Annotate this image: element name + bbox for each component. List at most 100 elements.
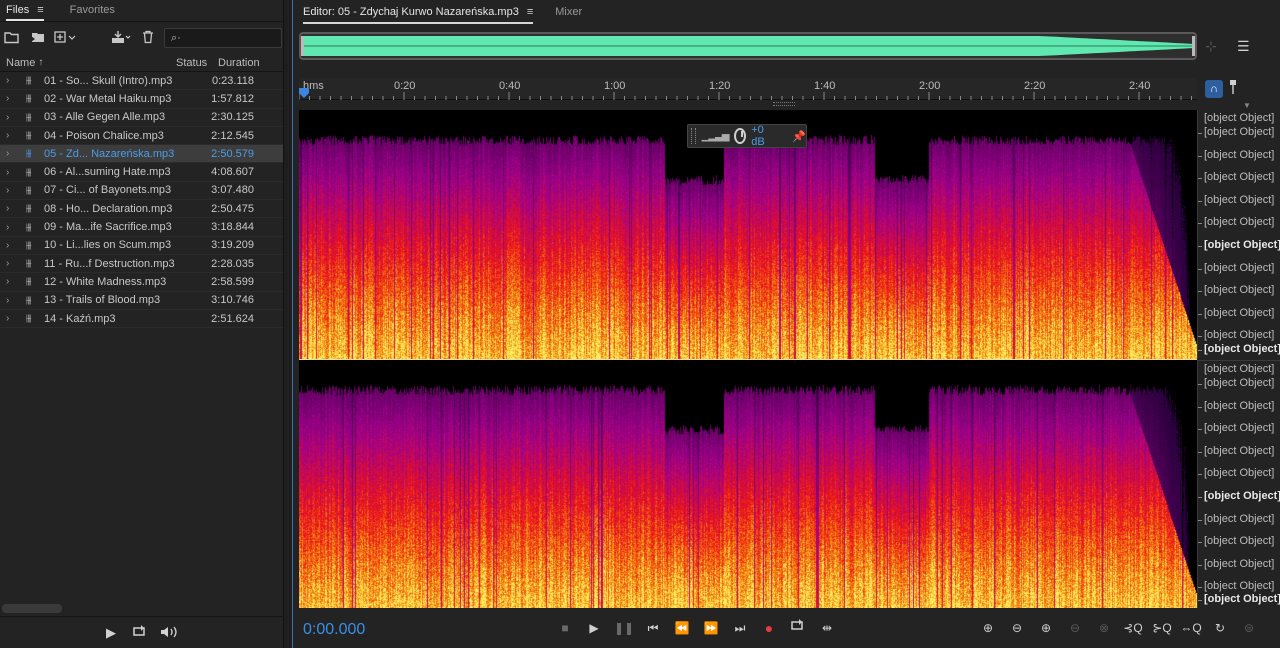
waveform-overview[interactable] [299, 32, 1197, 60]
play-preview-icon[interactable]: ▶ [106, 625, 116, 641]
trash-icon[interactable] [140, 30, 156, 46]
tab-editor[interactable]: Editor: 05 - Zdychaj Kurwo Nazareńska.mp… [303, 0, 534, 24]
loop-playback-button[interactable] [788, 619, 808, 637]
overview-menu-icon[interactable]: ☰ [1237, 38, 1250, 55]
files-footer: ▶ [0, 616, 284, 648]
column-header-status[interactable]: Status [176, 57, 218, 69]
audio-file-icon: ⫲⫲ [26, 75, 31, 87]
loop-preview-icon[interactable] [132, 625, 148, 642]
volume-knob[interactable] [734, 128, 747, 144]
move-to-next-button[interactable]: ⏭ [730, 619, 750, 637]
expand-arrow-icon[interactable]: › [0, 75, 26, 86]
zoom-in-point-button[interactable]: ⊰Q [1122, 619, 1144, 637]
expand-arrow-icon[interactable]: › [0, 313, 26, 324]
search-box[interactable]: ⌕· [164, 28, 282, 48]
pin-icon[interactable]: 📌 [792, 130, 806, 143]
frequency-label: [object Object] [1204, 580, 1275, 593]
file-row[interactable]: › ⫲⫲ 12 - White Madness.mp3 2:58.599 [0, 273, 283, 292]
zoom-navigator-icon[interactable]: ⊹ [1205, 38, 1217, 55]
editor-hamburger-menu-icon[interactable]: ≡ [527, 6, 533, 18]
files-panel: Files ≡ Favorites ⌕· Name ↑ Status Durat… [0, 0, 284, 648]
file-row[interactable]: › ⫲⫲ 08 - Ho... Declaration.mp3 2:50.475 [0, 200, 283, 219]
fast-forward-button[interactable]: ⏩ [701, 619, 721, 637]
expand-arrow-icon[interactable]: › [0, 203, 26, 214]
time-ruler[interactable]: hms 0:20 0:40 1:00 1:20 1:40 2:00 2:20 2:40 [299, 78, 1197, 100]
column-header-name[interactable]: Name ↑ [0, 57, 176, 69]
play-button[interactable]: ▶ [584, 619, 604, 637]
panel-resize-handle[interactable] [773, 102, 795, 106]
zoom-selection-button[interactable]: ⇔Q [1180, 619, 1202, 637]
file-row[interactable]: › ⫲⫲ 03 - Alle Gegen Alle.mp3 2:30.125 [0, 109, 283, 127]
insert-into-multitrack-icon[interactable] [110, 30, 132, 46]
expand-arrow-icon[interactable]: › [0, 258, 26, 269]
expand-arrow-icon[interactable]: › [0, 130, 26, 141]
expand-arrow-icon[interactable]: › [0, 240, 26, 251]
files-horizontal-scrollbar[interactable] [2, 604, 62, 613]
frequency-label: [object Object] [1204, 363, 1275, 375]
expand-arrow-icon[interactable]: › [0, 148, 26, 159]
amplitude-hud[interactable]: ▁▂▃▅ +0 dB 📌 [687, 124, 807, 148]
frequency-tick [1198, 429, 1202, 431]
tab-mixer[interactable]: Mixer [555, 0, 582, 24]
file-name: 07 - Ci... of Bayonets.mp3 [44, 184, 172, 197]
hamburger-menu-icon[interactable]: ≡ [37, 4, 43, 16]
hud-grip-handle[interactable] [691, 128, 696, 144]
ruler-time-label: 1:00 [604, 80, 626, 92]
expand-arrow-icon[interactable]: › [0, 167, 26, 178]
file-row[interactable]: › ⫲⫲ 14 - Kaźń.mp3 2:51.624 [0, 310, 283, 329]
display-options-chevron-icon[interactable]: ▼ [1243, 101, 1251, 110]
file-row[interactable]: › ⫲⫲ 09 - Ma...ife Sacrifice.mp3 3:18.844 [0, 218, 283, 237]
file-row[interactable]: › ⫲⫲ 13 - Trails of Blood.mp3 3:10.746 [0, 292, 283, 310]
file-row[interactable]: › ⫲⫲ 07 - Ci... of Bayonets.mp3 3:07.480 [0, 182, 283, 201]
new-file-icon[interactable] [54, 30, 76, 46]
tab-favorites[interactable]: Favorites [70, 0, 115, 21]
file-row[interactable]: › ⫲⫲ 04 - Poison Chalice.mp3 2:12.545 [0, 127, 283, 146]
search-input[interactable] [165, 29, 281, 47]
zoom-in-time-button[interactable]: ⊕ [1035, 619, 1057, 637]
expand-arrow-icon[interactable]: › [0, 222, 26, 233]
tab-files[interactable]: Files ≡ [6, 0, 44, 21]
expand-arrow-icon[interactable]: › [0, 276, 26, 287]
file-row[interactable]: › ⫲⫲ 02 - War Metal Haiku.mp3 1:57.812 [0, 90, 283, 109]
file-row[interactable]: › ⫲⫲ 10 - Li...lies on Scum.mp3 3:19.209 [0, 237, 283, 255]
zoom-all-channels-button[interactable]: ⊜ [1238, 619, 1260, 637]
zoom-out-amplitude-button[interactable]: ⊖ [1006, 619, 1028, 637]
overview-waveform [301, 36, 1195, 56]
zoom-out-point-button[interactable]: ⊱Q [1151, 619, 1173, 637]
spectral-display-right-channel[interactable] [299, 360, 1197, 608]
file-row[interactable]: › ⫲⫲ 05 - Zd... Nazareńska.mp3 2:50.579 [0, 145, 283, 164]
expand-arrow-icon[interactable]: › [0, 112, 26, 123]
frequency-label: [object Object] [1204, 216, 1275, 229]
zoom-out-full-button[interactable]: ⊗ [1093, 619, 1115, 637]
zoom-in-amplitude-button[interactable]: ⊕ [977, 619, 999, 637]
pause-button[interactable]: ❚❚ [614, 619, 634, 637]
file-duration: 3:10.746 [211, 294, 254, 307]
zoom-reset-button[interactable]: ↻ [1209, 619, 1231, 637]
file-row[interactable]: › ⫲⫲ 06 - Al...suming Hate.mp3 4:08.607 [0, 163, 283, 182]
file-name: 01 - So... Skull (Intro).mp3 [44, 74, 173, 87]
column-header-duration[interactable]: Duration [218, 57, 280, 69]
rewind-button[interactable]: ⏪ [672, 619, 692, 637]
expand-arrow-icon[interactable]: › [0, 295, 26, 306]
zoom-out-time-button[interactable]: ⊖ [1064, 619, 1086, 637]
file-name: 08 - Ho... Declaration.mp3 [44, 202, 173, 215]
import-file-icon[interactable] [30, 30, 46, 46]
file-duration: 3:18.844 [211, 221, 254, 234]
amplitude-value[interactable]: +0 dB [751, 124, 770, 148]
file-list: › ⫲⫲ 01 - So... Skull (Intro).mp3 0:23.118 ›… [0, 72, 283, 329]
skip-selection-button[interactable]: ⇹ [817, 619, 837, 637]
marker-pin-icon[interactable] [1229, 80, 1237, 97]
current-time-display[interactable]: 0:00.000 [303, 621, 365, 639]
expand-arrow-icon[interactable]: › [0, 93, 26, 104]
autoplay-speaker-icon[interactable] [160, 625, 180, 642]
frequency-tick [1198, 155, 1202, 157]
snap-icon[interactable]: ∩ [1205, 80, 1223, 98]
stop-button[interactable]: ■ [555, 619, 575, 637]
expand-arrow-icon[interactable]: › [0, 185, 26, 196]
open-folder-icon[interactable] [4, 30, 20, 46]
record-button[interactable]: ● [759, 619, 779, 637]
file-row[interactable]: › ⫲⫲ 11 - Ru...f Destruction.mp3 2:28.035 [0, 255, 283, 274]
playhead-marker-icon[interactable] [299, 88, 309, 98]
move-to-previous-button[interactable]: ⏮ [643, 619, 663, 637]
file-row[interactable]: › ⫲⫲ 01 - So... Skull (Intro).mp3 0:23.118 [0, 72, 283, 91]
